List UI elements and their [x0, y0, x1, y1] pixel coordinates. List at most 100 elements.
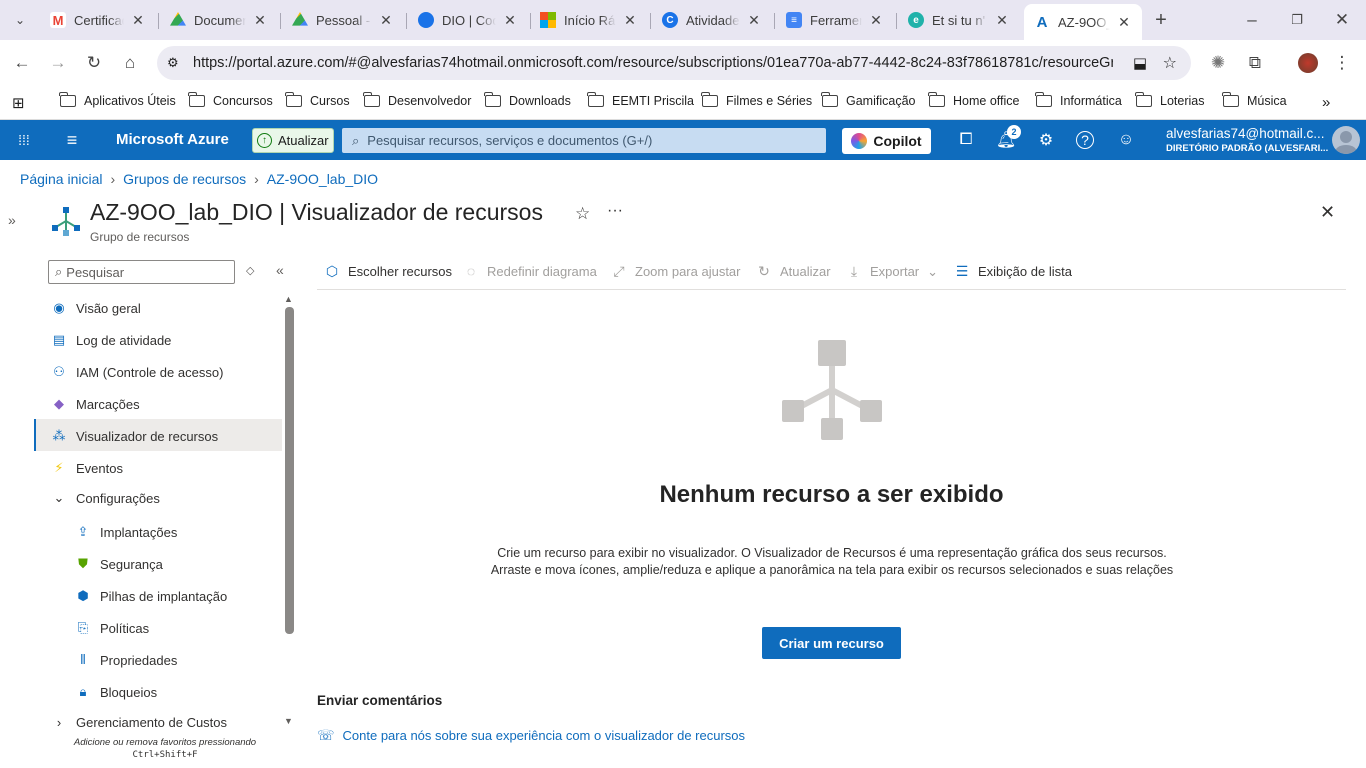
zoom-to-fit-button[interactable]: ⤢ Zoom para ajustar [611, 263, 740, 280]
breadcrumb-resource-group[interactable]: AZ-9OO_lab_DIO [267, 171, 378, 187]
sidebar-item-overview[interactable]: ◉ Visão geral [50, 292, 140, 324]
forward-icon[interactable]: → [46, 51, 70, 75]
list-view-button[interactable]: ☰ Exibição de lista [954, 263, 1072, 280]
close-tab-icon[interactable]: ✕ [130, 12, 146, 29]
feedback-icon[interactable]: ☺ [1116, 130, 1136, 150]
sidebar-item-resource-visualizer[interactable]: ⁂ Visualizador de recursos [50, 420, 219, 452]
sidebar-item-security[interactable]: ⛊ Segurança [74, 548, 163, 580]
cloud-shell-icon[interactable]: ⧠ [956, 130, 976, 150]
sidebar-item-locks[interactable]: 🔒︎ Bloqueios [74, 676, 158, 708]
minimize-icon[interactable]: – [1240, 8, 1264, 32]
resource-visualizer-icon: ⁂ [52, 428, 66, 443]
sidebar-item-activity-log[interactable]: ▤ Log de atividade [50, 324, 172, 356]
settings-gear-icon[interactable]: ⚙ [1036, 130, 1056, 150]
export-button[interactable]: ⤓ Exportar ⌄ [846, 263, 938, 280]
sidebar-item-tags[interactable]: ◆ Marcações [50, 388, 140, 420]
bookmark-folder[interactable]: Cursos [285, 92, 350, 108]
extensions-puzzle-icon[interactable]: ⧉ [1243, 51, 1267, 75]
portal-menu-grid-icon[interactable]: ⁞⁞⁞ [14, 130, 34, 150]
bookmark-folder[interactable]: Música [1222, 92, 1287, 108]
close-tab-icon[interactable]: ✕ [502, 12, 518, 29]
copilot-button[interactable]: Copilot [842, 128, 931, 154]
collapse-sidebar-icon[interactable]: « [276, 262, 284, 278]
browser-tab[interactable]: DIO | Cod ✕ [408, 4, 528, 36]
sidebar-item-deployment-stacks[interactable]: ⬢ Pilhas de implantação [74, 580, 227, 612]
reset-diagram-button[interactable]: ◌ Redefinir diagrama [463, 263, 597, 279]
choose-resources-button[interactable]: ⬡ Escolher recursos [324, 263, 452, 280]
feedback-title: Enviar comentários [317, 693, 443, 708]
close-tab-icon[interactable]: ✕ [868, 12, 884, 29]
browser-tab[interactable]: Documen ✕ [160, 4, 278, 36]
scroll-down-icon[interactable]: ▼ [284, 716, 293, 726]
close-tab-icon[interactable]: ✕ [1116, 14, 1132, 31]
sidebar-group-settings[interactable]: ⌄ Configurações [50, 482, 160, 514]
breadcrumb-resource-groups[interactable]: Grupos de recursos [123, 171, 246, 187]
home-icon[interactable]: ⌂ [118, 51, 142, 75]
browser-tab-active[interactable]: AAZ-9OO_l✕ [1024, 4, 1142, 40]
close-tab-icon[interactable]: ✕ [622, 12, 638, 29]
sidebar-item-properties[interactable]: ⦀ Propriedades [74, 644, 177, 676]
account-info[interactable]: alvesfarias74@hotmail.c... DIRETÓRIO PAD… [1166, 126, 1328, 154]
bookmark-folder[interactable]: Concursos [188, 92, 273, 108]
site-info-icon[interactable]: ⚙ [167, 55, 179, 71]
help-icon[interactable]: ? [1076, 131, 1094, 149]
reload-icon[interactable]: ↻ [82, 51, 106, 75]
sidebar-search-input[interactable]: ⌕ Pesquisar [48, 260, 235, 284]
back-icon[interactable]: ← [10, 51, 34, 75]
browser-tab[interactable]: Pessoal - ✕ [282, 4, 404, 36]
browser-tab[interactable]: e Et si tu n' ✕ [898, 4, 1020, 36]
breadcrumb-home[interactable]: Página inicial [20, 171, 103, 187]
sidebar-item-deployments[interactable]: ⇪ Implantações [74, 516, 178, 548]
sidebar-item-iam[interactable]: ⚇ IAM (Controle de acesso) [50, 356, 223, 388]
tag-icon: ◆ [54, 396, 64, 411]
chevron-right-icon: › [56, 714, 62, 730]
bookmark-star-icon[interactable]: ☆ [1163, 53, 1177, 73]
sidebar-item-policies[interactable]: ⎘ Políticas [74, 612, 149, 644]
avatar[interactable] [1332, 126, 1360, 154]
scroll-up-icon[interactable]: ▲ [284, 294, 293, 304]
close-tab-icon[interactable]: ✕ [994, 12, 1010, 29]
more-options-icon[interactable]: ··· [607, 202, 623, 220]
global-search-input[interactable]: ⌕ Pesquisar recursos, serviços e document… [342, 128, 826, 153]
restore-icon[interactable]: ❐ [1285, 8, 1309, 32]
bookmark-folder[interactable]: Informática [1035, 92, 1122, 108]
bookmark-folder[interactable]: Home office [928, 92, 1019, 108]
sidebar-item-events[interactable]: ⚡ Eventos [50, 452, 123, 484]
browser-tab[interactable]: Início Ráp✕ [530, 4, 648, 36]
bookmark-folder[interactable]: Downloads [484, 92, 571, 108]
update-button[interactable]: ↑ Atualizar [252, 128, 334, 153]
bookmark-folder[interactable]: Filmes e Séries [701, 92, 812, 108]
sidebar-group-cost-management[interactable]: › Gerenciamento de Custos [50, 706, 227, 738]
close-blade-icon[interactable]: ✕ [1320, 202, 1335, 223]
browser-menu-icon[interactable]: ⋮ [1330, 51, 1354, 75]
close-tab-icon[interactable]: ✕ [252, 12, 268, 29]
create-resource-button[interactable]: Criar um recurso [762, 627, 901, 659]
bookmark-folder[interactable]: Aplicativos Úteis [59, 92, 176, 108]
expand-sidebar-icon[interactable]: » [8, 212, 16, 228]
browser-tab[interactable]: C Atividade ✕ [652, 4, 772, 36]
sort-icon[interactable]: ◇ [246, 264, 254, 277]
profile-avatar[interactable] [1298, 53, 1318, 73]
more-bookmarks-icon[interactable]: » [1322, 94, 1330, 111]
sidebar-scrollbar[interactable] [285, 307, 294, 634]
browser-tab[interactable]: M Certificad ✕ [40, 4, 156, 36]
bookmark-folder[interactable]: EEMTI Priscila [587, 92, 694, 108]
azure-brand[interactable]: Microsoft Azure [116, 131, 229, 148]
extension-icon[interactable]: ✺ [1206, 51, 1230, 75]
refresh-button[interactable]: ↻ Atualizar [756, 263, 830, 280]
close-window-icon[interactable]: ✕ [1330, 8, 1354, 32]
apps-grid-icon[interactable]: ⊞ [12, 94, 25, 112]
address-bar[interactable]: ⚙ https://portal.azure.com/#@alvesfarias… [157, 46, 1191, 80]
bookmark-folder[interactable]: Gamificação [821, 92, 915, 108]
new-tab-icon[interactable]: + [1149, 8, 1173, 32]
browser-tab[interactable]: ≡ Ferramen ✕ [776, 4, 894, 36]
bookmark-folder[interactable]: Desenvolvedor [363, 92, 471, 108]
favorite-star-icon[interactable]: ☆ [575, 204, 590, 224]
close-tab-icon[interactable]: ✕ [378, 12, 394, 29]
close-tab-icon[interactable]: ✕ [746, 12, 762, 29]
hamburger-menu-icon[interactable]: ≡ [62, 130, 82, 150]
feedback-link[interactable]: ☏ Conte para nós sobre sua experiência co… [317, 727, 745, 744]
tab-search-chevron-icon[interactable]: ⌄ [8, 8, 32, 32]
install-app-icon[interactable]: ⬓ [1133, 54, 1147, 72]
bookmark-folder[interactable]: Loterias [1135, 92, 1204, 108]
